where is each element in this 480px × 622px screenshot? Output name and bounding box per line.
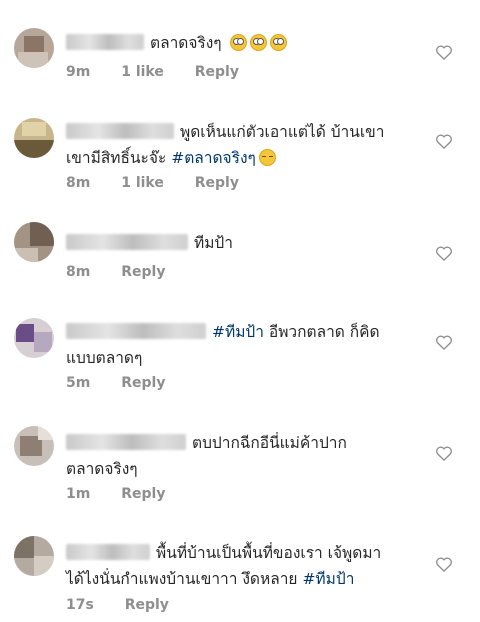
username-blurred[interactable] bbox=[66, 123, 174, 139]
rolling-eyes-emoji-icon bbox=[249, 34, 267, 51]
pensive-emoji-icon bbox=[258, 149, 276, 166]
avatar[interactable] bbox=[14, 536, 54, 576]
comment-meta: 17s Reply bbox=[66, 597, 195, 613]
comment-body: อีพวกตลาด ก็คิด bbox=[268, 323, 380, 341]
comment-meta: 9m 1 like Reply bbox=[66, 64, 265, 80]
comment-body-line2: แบบตลาดๆ bbox=[66, 349, 143, 367]
comment-text: #ทีมป้า อีพวกตลาด ก็คิด แบบตลาดๆ bbox=[66, 319, 424, 371]
hashtag-link[interactable]: #ตลาดจริงๆ bbox=[171, 149, 256, 167]
rolling-eyes-emoji-icon bbox=[269, 34, 287, 51]
comment-body-line2: เขามีสิทธิ์นะจ๊ะ bbox=[66, 149, 167, 167]
reply-button[interactable]: Reply bbox=[125, 597, 169, 613]
reply-button[interactable]: Reply bbox=[195, 64, 239, 80]
heart-outline-icon[interactable] bbox=[434, 332, 454, 352]
comment-text: ทีมป้า bbox=[66, 230, 424, 256]
reply-button[interactable]: Reply bbox=[121, 486, 165, 502]
reply-button[interactable]: Reply bbox=[121, 264, 165, 280]
comments-list: ตลาดจริงๆ 9m 1 like Reply พูดเห็นแก่ตัวเ… bbox=[0, 0, 480, 622]
comment-text: พื้นที่บ้านเป็นพื้นที่ของเรา เจ้พูดมา ได… bbox=[66, 540, 424, 592]
username-blurred[interactable] bbox=[66, 34, 144, 50]
comment-body-line2: ตลาดจริงๆ bbox=[66, 460, 138, 478]
comment-body: ตบปากฉีกอีนี่แม่ค้าปาก bbox=[192, 434, 347, 452]
timestamp: 17s bbox=[66, 597, 94, 613]
rolling-eyes-emoji-icon bbox=[229, 34, 247, 51]
username-blurred[interactable] bbox=[66, 434, 186, 450]
comment-meta: 8m Reply bbox=[66, 264, 191, 280]
heart-outline-icon[interactable] bbox=[434, 131, 454, 151]
heart-outline-icon[interactable] bbox=[434, 554, 454, 574]
comment-meta: 1m Reply bbox=[66, 486, 191, 502]
heart-outline-icon[interactable] bbox=[434, 243, 454, 263]
comment-body: พื้นที่บ้านเป็นพื้นที่ของเรา เจ้พูดมา bbox=[156, 544, 382, 562]
comment-text: พูดเห็นแก่ตัวเอาแต่ได้ บ้านเขา เขามีสิทธ… bbox=[66, 119, 424, 171]
comment-meta: 5m Reply bbox=[66, 375, 191, 391]
like-count[interactable]: 1 like bbox=[121, 175, 164, 191]
username-blurred[interactable] bbox=[66, 323, 206, 339]
comment-body: ทีมป้า bbox=[194, 234, 233, 252]
heart-outline-icon[interactable] bbox=[434, 443, 454, 463]
timestamp: 9m bbox=[66, 64, 91, 80]
timestamp: 1m bbox=[66, 486, 91, 502]
avatar[interactable] bbox=[14, 318, 54, 358]
comment-body: ตลาดจริงๆ bbox=[150, 34, 222, 52]
timestamp: 8m bbox=[66, 264, 91, 280]
comment-meta: 8m 1 like Reply bbox=[66, 175, 265, 191]
timestamp: 8m bbox=[66, 175, 91, 191]
comment-body-line2: ได้ไงนั่นกำแพงบ้านเขาาา งึดหลาย bbox=[66, 570, 298, 588]
comment-body: พูดเห็นแก่ตัวเอาแต่ได้ บ้านเขา bbox=[180, 123, 385, 141]
timestamp: 5m bbox=[66, 375, 91, 391]
username-blurred[interactable] bbox=[66, 234, 188, 250]
heart-outline-icon[interactable] bbox=[434, 42, 454, 62]
like-count[interactable]: 1 like bbox=[121, 64, 164, 80]
username-blurred[interactable] bbox=[66, 544, 150, 560]
comment-text: ตบปากฉีกอีนี่แม่ค้าปาก ตลาดจริงๆ bbox=[66, 430, 424, 482]
avatar[interactable] bbox=[14, 426, 54, 466]
reply-button[interactable]: Reply bbox=[195, 175, 239, 191]
hashtag-link[interactable]: #ทีมป้า bbox=[302, 570, 354, 588]
avatar[interactable] bbox=[14, 28, 54, 68]
avatar[interactable] bbox=[14, 118, 54, 158]
reply-button[interactable]: Reply bbox=[121, 375, 165, 391]
hashtag-link[interactable]: #ทีมป้า bbox=[212, 323, 264, 341]
comment-text: ตลาดจริงๆ bbox=[66, 30, 424, 56]
avatar[interactable] bbox=[14, 222, 54, 262]
